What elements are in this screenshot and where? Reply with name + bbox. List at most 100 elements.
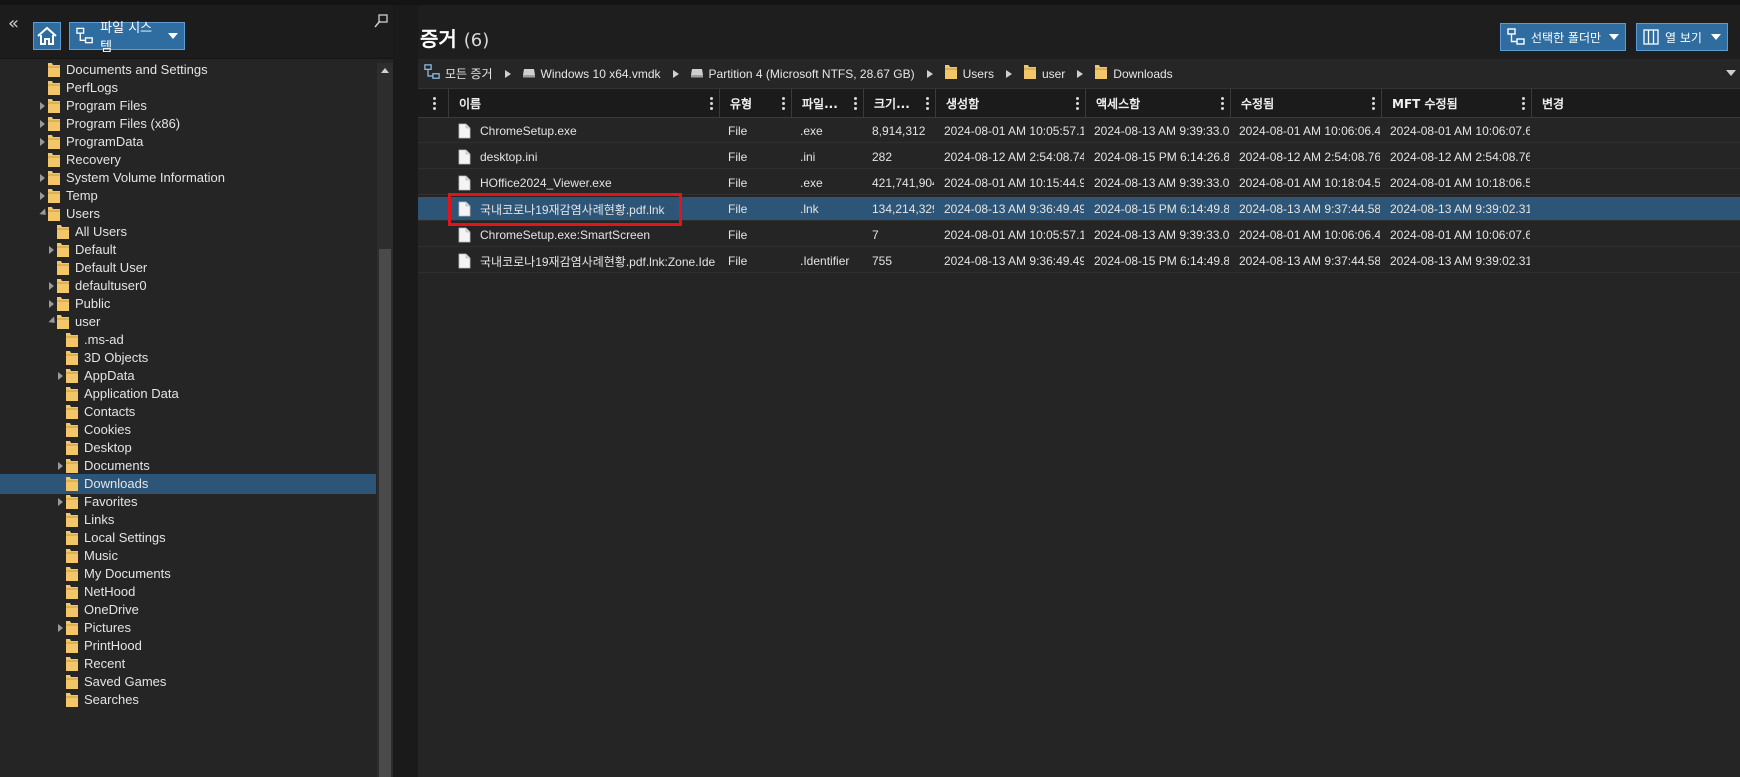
collapsed-arrow-icon[interactable] (58, 624, 63, 632)
tree-item[interactable]: Documents (0, 456, 376, 476)
column-header-name[interactable]: 이름 (449, 89, 720, 118)
collapsed-arrow-icon[interactable] (49, 282, 54, 290)
column-menu-icon[interactable] (782, 97, 785, 110)
collapse-pane-button[interactable]: « (8, 15, 19, 33)
selected-folder-only-button[interactable]: 선택한 폴더만 (1500, 23, 1626, 51)
table-row[interactable]: ChromeSetup.exe File .exe 8,914,312 2024-08-… (418, 119, 1740, 143)
collapsed-arrow-icon[interactable] (58, 462, 63, 470)
tree-item[interactable]: Cookies (0, 420, 376, 440)
breadcrumb-item[interactable]: Users (944, 64, 994, 83)
column-menu-icon[interactable] (1522, 97, 1525, 110)
tree-item-label: defaultuser0 (75, 278, 147, 293)
tree-item[interactable]: Desktop (0, 438, 376, 458)
tree-item-label: Default User (75, 260, 148, 275)
tree-item[interactable]: PerfLogs (0, 78, 376, 98)
tree-item[interactable]: System Volume Information (0, 168, 376, 188)
tree-item[interactable]: Pictures (0, 618, 376, 638)
tree-item[interactable]: .ms-ad (0, 330, 376, 350)
collapsed-arrow-icon[interactable] (40, 174, 45, 182)
breadcrumb-item[interactable]: 모든 증거 (424, 64, 493, 83)
scrollbar-thumb[interactable] (379, 249, 391, 777)
tree-item[interactable]: user (0, 312, 376, 332)
tree-item[interactable]: Program Files (0, 96, 376, 116)
collapsed-arrow-icon[interactable] (58, 372, 63, 380)
tree-item[interactable]: 3D Objects (0, 348, 376, 368)
tree-item[interactable]: My Documents (0, 564, 376, 584)
collapsed-arrow-icon[interactable] (40, 102, 45, 110)
tree-item[interactable]: Local Settings (0, 528, 376, 548)
table-row[interactable]: HOffice2024_Viewer.exe File .exe 421,741,90… (418, 171, 1740, 195)
column-header-file-ext[interactable]: 파일... (792, 89, 864, 118)
column-menu-icon[interactable] (433, 97, 436, 110)
tree-item[interactable]: Music (0, 546, 376, 566)
pin-pane-button[interactable] (373, 13, 389, 29)
tree-item-label: Recent (84, 656, 126, 671)
tree-item[interactable]: Links (0, 510, 376, 530)
column-header-modified[interactable]: 수정됨 (1231, 89, 1382, 118)
tree-item[interactable]: All Users (0, 222, 376, 242)
column-menu-icon[interactable] (1221, 97, 1224, 110)
column-header-type[interactable]: 유형 (720, 89, 792, 118)
tree-item[interactable]: Recovery (0, 150, 376, 170)
column-view-button[interactable]: 열 보기 (1636, 23, 1728, 51)
tree-item-label: System Volume Information (66, 170, 225, 185)
tree-item[interactable]: Searches (0, 690, 376, 710)
collapsed-arrow-icon[interactable] (49, 246, 54, 254)
breadcrumb-dropdown-icon[interactable] (1726, 70, 1736, 76)
tree-item[interactable]: Public (0, 294, 376, 314)
column-menu-icon[interactable] (854, 97, 857, 110)
breadcrumb-item[interactable]: user (1023, 64, 1065, 83)
filesystem-view-dropdown[interactable]: 파일 시스템 (69, 21, 185, 55)
tree-item[interactable]: Downloads (0, 474, 376, 494)
home-button[interactable] (33, 22, 61, 50)
collapsed-arrow-icon[interactable] (58, 498, 63, 506)
column-header-accessed[interactable]: 액세스함 (1086, 89, 1231, 118)
tree-item[interactable]: Application Data (0, 384, 376, 404)
collapsed-arrow-icon[interactable] (49, 300, 54, 308)
tree-item[interactable]: PrintHood (0, 636, 376, 656)
breadcrumb-item[interactable]: Windows 10 x64.vmdk (522, 67, 661, 81)
tree-item[interactable]: OneDrive (0, 600, 376, 620)
scroll-up-arrow-icon[interactable] (381, 68, 389, 73)
tree-item[interactable]: Favorites (0, 492, 376, 512)
tree-item[interactable]: Users (0, 204, 376, 224)
cell-type: File (728, 202, 748, 216)
column-menu-icon[interactable] (1372, 97, 1375, 110)
breadcrumb-item[interactable]: Partition 4 (Microsoft NTFS, 28.67 GB) (690, 67, 915, 81)
column-menu-icon[interactable] (1076, 97, 1079, 110)
table-row[interactable]: 국내코로나19재감염사례현황.pdf.lnk:Zone.Iden... File.… (418, 249, 1740, 273)
collapsed-arrow-icon[interactable] (40, 192, 45, 200)
column-menu-icon[interactable] (926, 97, 929, 110)
pane-splitter[interactable] (393, 5, 418, 777)
collapsed-arrow-icon[interactable] (40, 120, 45, 128)
column-menu-icon[interactable] (710, 97, 713, 110)
tree-item[interactable]: Recent (0, 654, 376, 674)
tree-item[interactable]: ProgramData (0, 132, 376, 152)
tree-item[interactable]: Temp (0, 186, 376, 206)
tree-item[interactable]: Default User (0, 258, 376, 278)
folder-icon (56, 242, 70, 258)
tree-item[interactable]: defaultuser0 (0, 276, 376, 296)
tree-item[interactable]: Program Files (x86) (0, 114, 376, 134)
tree-item[interactable]: Contacts (0, 402, 376, 422)
column-header-mft-modified[interactable]: MFT 수정됨 (1382, 89, 1532, 118)
table-row[interactable]: ChromeSetup.exe:SmartScreen File 7 2024-08-… (418, 223, 1740, 247)
cell-type: File (728, 254, 748, 268)
cell-type: File (728, 150, 748, 164)
column-header-options[interactable] (418, 89, 449, 118)
column-header-changed[interactable]: 변경 (1532, 89, 1740, 118)
column-view-label: 열 보기 (1665, 30, 1702, 45)
breadcrumb-item[interactable]: Downloads (1094, 64, 1173, 83)
collapsed-arrow-icon[interactable] (40, 138, 45, 146)
tree-item[interactable]: Default (0, 240, 376, 260)
table-row[interactable]: 국내코로나19재감염사례현황.pdf.lnk File .lnk 134,214,32… (418, 197, 1740, 221)
tree-item[interactable]: AppData (0, 366, 376, 386)
tree-item[interactable]: NetHood (0, 582, 376, 602)
tree-scrollbar[interactable] (377, 63, 393, 777)
column-header-created[interactable]: 생성함 (936, 89, 1086, 118)
filesystem-dropdown-label: 파일 시스템 (100, 21, 153, 55)
tree-item[interactable]: Saved Games (0, 672, 376, 692)
column-header-size[interactable]: 크기... (864, 89, 936, 118)
table-row[interactable]: desktop.ini File .ini 282 2024-08-12 AM 2:54… (418, 145, 1740, 169)
folder-icon (56, 260, 70, 276)
